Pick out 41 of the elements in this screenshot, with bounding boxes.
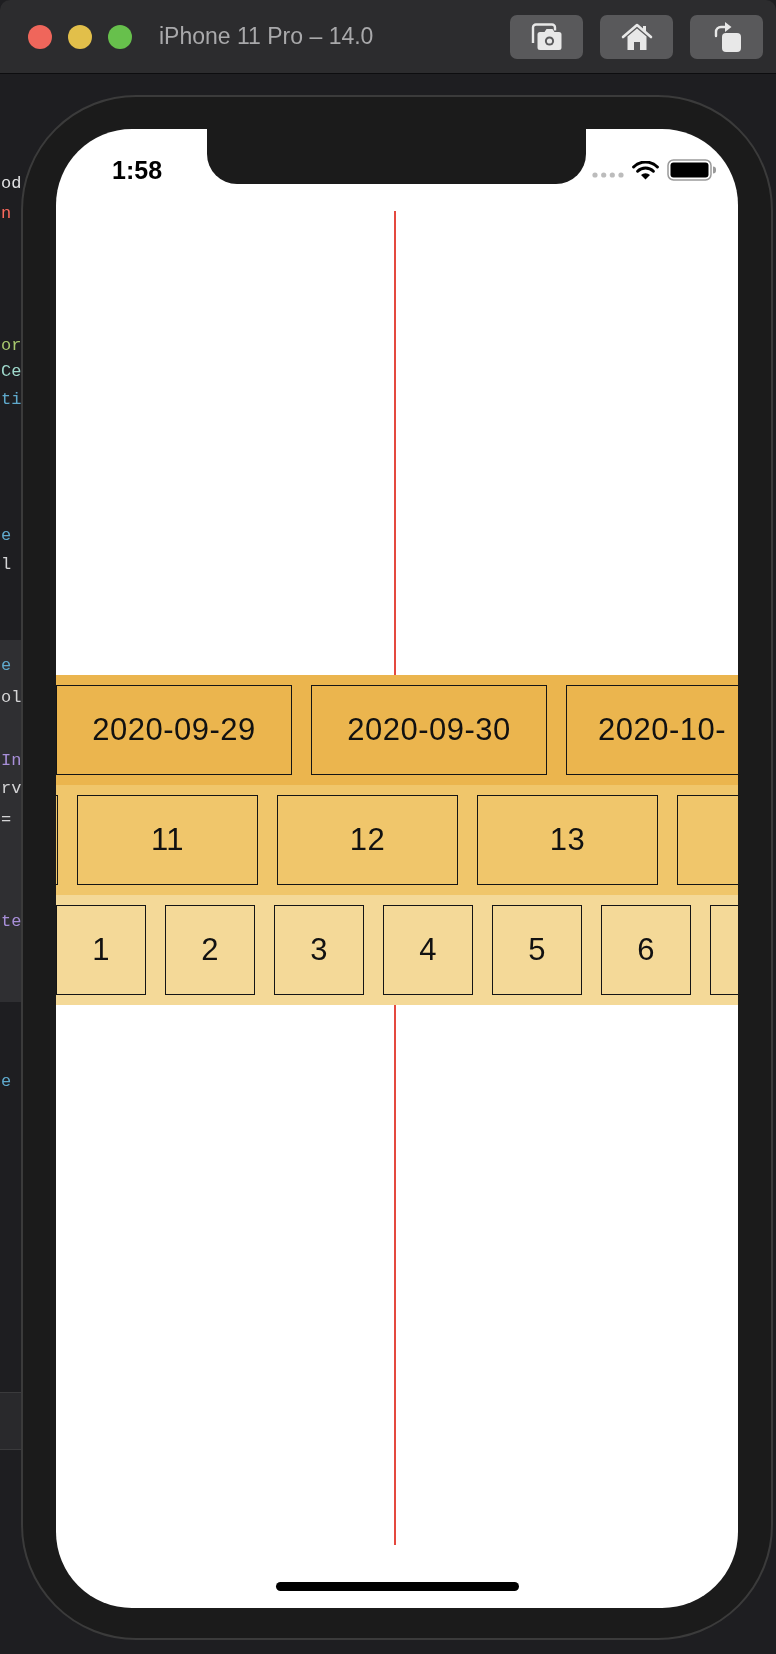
code-fragment: e bbox=[1, 1071, 12, 1093]
code-fragment: l bbox=[1, 554, 12, 576]
code-fragment: rv bbox=[1, 778, 22, 800]
picker-cell[interactable] bbox=[677, 795, 738, 885]
code-fragment: e bbox=[1, 655, 12, 677]
picker-cell[interactable]: 3 bbox=[274, 905, 364, 995]
screenshot-button[interactable] bbox=[510, 14, 583, 59]
zoom-button[interactable] bbox=[108, 24, 132, 49]
picker-cell[interactable]: 11 bbox=[77, 795, 258, 885]
code-fragment: ti bbox=[1, 389, 22, 411]
rotate-button[interactable] bbox=[690, 14, 763, 59]
picker-cell[interactable]: 2 bbox=[165, 905, 255, 995]
battery-icon bbox=[667, 159, 717, 181]
code-fragment: n bbox=[1, 203, 12, 225]
code-fragment: te bbox=[1, 911, 22, 933]
picker-cell[interactable]: 2020-09-30 bbox=[311, 685, 547, 775]
signal-icon bbox=[592, 172, 624, 178]
code-fragment: In bbox=[1, 750, 22, 772]
picker-cell[interactable]: 2020-09-29 bbox=[56, 685, 292, 775]
house-icon bbox=[620, 22, 653, 51]
picker-cell[interactable] bbox=[710, 905, 738, 995]
picker-cell[interactable]: 1 bbox=[56, 905, 146, 995]
picker-cell[interactable]: 5 bbox=[492, 905, 582, 995]
picker-cell[interactable]: 4 bbox=[383, 905, 473, 995]
code-fragment: od bbox=[1, 173, 22, 195]
home-button[interactable] bbox=[600, 14, 673, 59]
picker-cell[interactable]: 12 bbox=[277, 795, 458, 885]
minimize-button[interactable] bbox=[68, 24, 92, 49]
code-fragment: = bbox=[1, 809, 12, 831]
code-fragment: or bbox=[1, 335, 22, 357]
code-fragment: e bbox=[1, 525, 12, 547]
status-time: 1:58 bbox=[112, 156, 163, 184]
camera-icon bbox=[530, 22, 563, 51]
picker-cell[interactable]: 13 bbox=[477, 795, 658, 885]
code-fragment: ol bbox=[1, 687, 22, 709]
picker-cell[interactable]: 6 bbox=[601, 905, 691, 995]
code-fragment: Ce bbox=[1, 361, 22, 383]
picker-cell[interactable]: 2020-10- bbox=[566, 685, 738, 775]
wifi-icon bbox=[632, 160, 659, 180]
close-button[interactable] bbox=[28, 24, 52, 49]
window-title: iPhone 11 Pro – 14.0 bbox=[159, 23, 374, 50]
